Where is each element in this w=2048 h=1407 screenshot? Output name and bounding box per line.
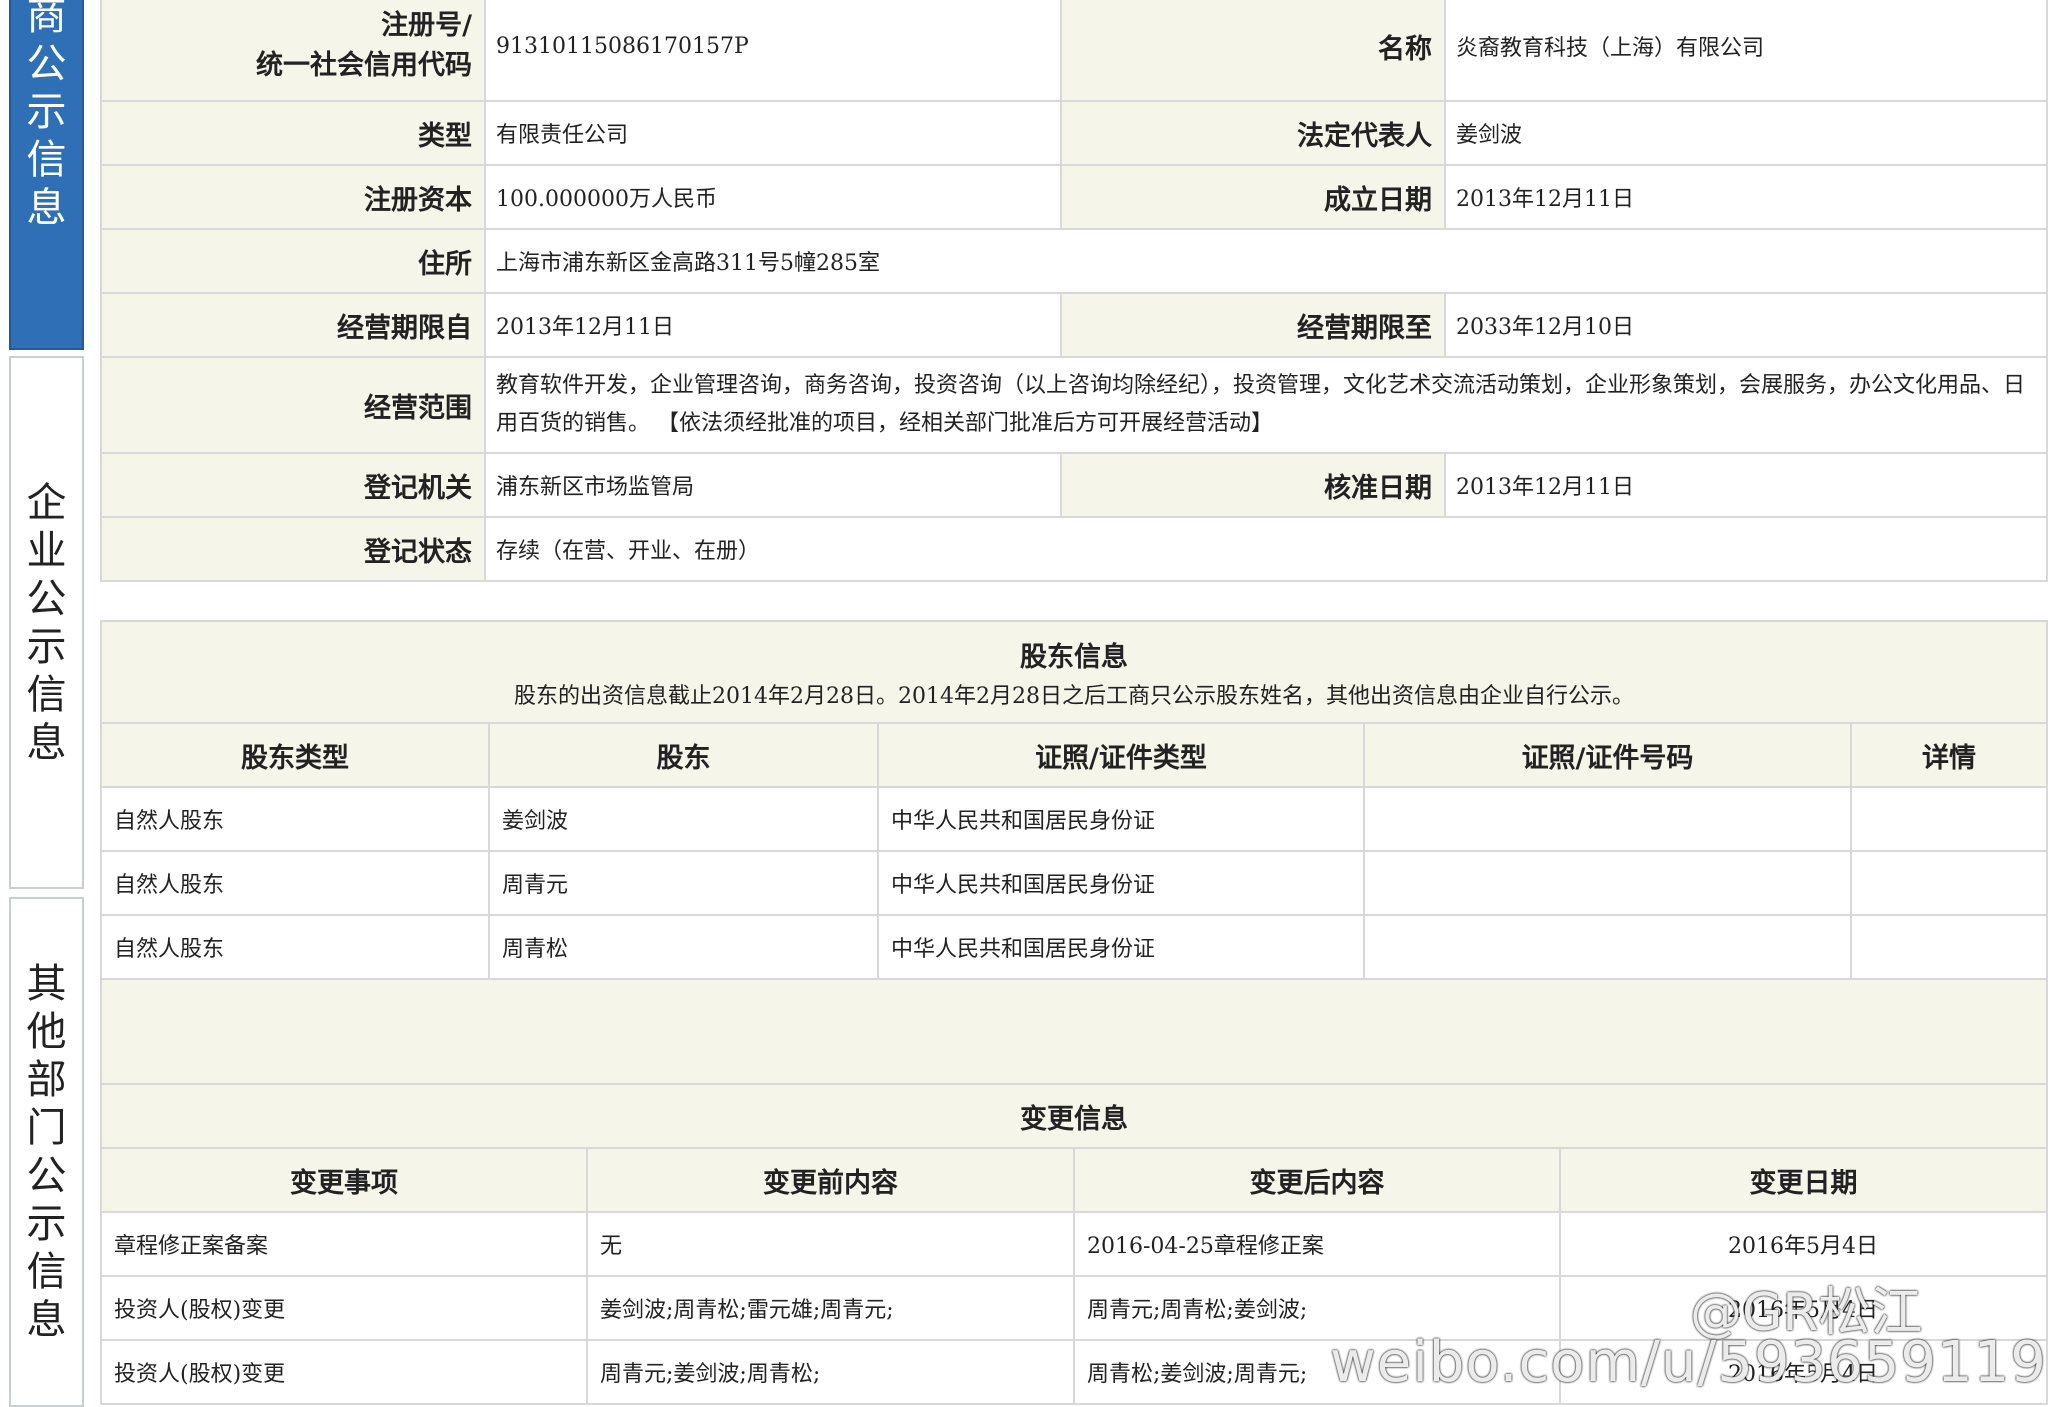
address-label: 住所 [100,228,486,294]
column-header: 变更后内容 [1073,1147,1561,1213]
table-cell: 无 [586,1211,1075,1277]
name-value: 炎裔教育科技（上海）有限公司 [1444,0,2048,102]
reg-number-value: 91310115086170157P [484,0,1062,102]
table-cell [1363,914,1852,980]
shareholder-title: 股东信息 [1020,641,1129,673]
term-from-value: 2013年12月11日 [484,292,1062,358]
table-cell: 投资人(股权)变更 [100,1275,588,1341]
scope-value: 教育软件开发，企业管理咨询，商务咨询，投资咨询（以上咨询均除经纪），投资管理，文… [484,356,2048,454]
shareholder-subtitle: 股东的出资信息截止2014年2月28日。2014年2月28日之后工商只公示股东姓… [514,683,1635,709]
tab-business-publicity[interactable]: 商公示信息 [9,0,84,350]
column-header: 变更前内容 [586,1147,1075,1213]
authority-label: 登记机关 [100,452,486,518]
table-cell: 中华人民共和国居民身份证 [877,850,1365,916]
column-header: 证照/证件号码 [1363,722,1852,788]
type-label: 类型 [100,100,486,166]
capital-label: 注册资本 [100,164,486,230]
table-cell: 自然人股东 [100,914,490,980]
table-cell: 投资人(股权)变更 [100,1339,588,1405]
approved-date-value: 2013年12月11日 [1444,452,2048,518]
table-cell: 周青元 [488,850,879,916]
capital-value: 100.000000万人民币 [484,164,1062,230]
watermark-url: weibo.com/u/5936591197 [1330,1330,2048,1395]
term-from-label: 经营期限自 [100,292,486,358]
table-cell: 自然人股东 [100,850,490,916]
details-cell [1849,786,2048,852]
status-value: 存续（在营、开业、在册） [484,516,2048,582]
shareholder-header: 股东信息 股东的出资信息截止2014年2月28日。2014年2月28日之后工商只… [99,620,2048,724]
column-header: 变更事项 [100,1147,588,1213]
approved-date-label: 核准日期 [1060,452,1446,518]
shareholder-table: 股东信息 股东的出资信息截止2014年2月28日。2014年2月28日之后工商只… [99,620,2048,1108]
tab-other-department-publicity[interactable]: 其他部门公示信息 [9,897,84,1407]
reg-number-label: 注册号/统一社会信用代码 [100,0,486,102]
table-cell: 中华人民共和国居民身份证 [877,914,1365,980]
table-cell: 姜剑波 [488,786,879,852]
sidebar: 商公示信息 企业公示信息 其他部门公示信息 [0,0,90,1407]
authority-value: 浦东新区市场监管局 [484,452,1062,518]
basic-info-table: 注册号/统一社会信用代码 91310115086170157P 名称 炎裔教育科… [100,0,2048,582]
address-value: 上海市浦东新区金高路311号5幢285室 [484,228,2048,294]
table-cell: 自然人股东 [100,786,490,852]
change-title: 变更信息 [1020,1103,1128,1135]
column-header: 股东 [488,722,879,788]
legal-rep-label: 法定代表人 [1060,100,1446,166]
table-cell: 周青松 [488,914,879,980]
founded-value: 2013年12月11日 [1444,164,2048,230]
table-row: 自然人股东 周青元 中华人民共和国居民身份证 [100,850,2048,916]
term-to-label: 经营期限至 [1060,292,1446,358]
name-label: 名称 [1060,0,1446,102]
table-row: 章程修正案备案 无 2016-04-25章程修正案 2016年5月4日 [100,1211,2048,1277]
column-header: 变更日期 [1559,1147,2048,1213]
table-cell: 2016-04-25章程修正案 [1073,1211,1561,1277]
type-value: 有限责任公司 [484,100,1062,166]
column-header: 证照/证件类型 [877,722,1365,788]
table-cell: 中华人民共和国居民身份证 [877,786,1365,852]
table-cell [1363,786,1852,852]
details-cell [1849,914,2048,980]
table-cell: 章程修正案备案 [100,1211,588,1277]
tab-enterprise-publicity[interactable]: 企业公示信息 [9,356,84,889]
column-header: 详情 [1849,722,2048,788]
change-header: 变更信息 [100,1083,2048,1149]
table-row: 自然人股东 姜剑波 中华人民共和国居民身份证 [100,786,2048,852]
scope-label: 经营范围 [100,356,486,454]
column-header: 股东类型 [100,722,490,788]
status-label: 登记状态 [100,516,486,582]
table-row: 自然人股东 周青松 中华人民共和国居民身份证 [100,914,2048,980]
table-cell [1363,850,1852,916]
founded-label: 成立日期 [1060,164,1446,230]
table-cell: 周青元;姜剑波;周青松; [586,1339,1075,1405]
term-to-value: 2033年12月10日 [1444,292,2048,358]
table-cell: 2016年5月4日 [1559,1211,2048,1277]
table-cell: 姜剑波;周青松;雷元雄;周青元; [586,1275,1075,1341]
details-cell [1849,850,2048,916]
legal-rep-value: 姜剑波 [1444,100,2048,166]
